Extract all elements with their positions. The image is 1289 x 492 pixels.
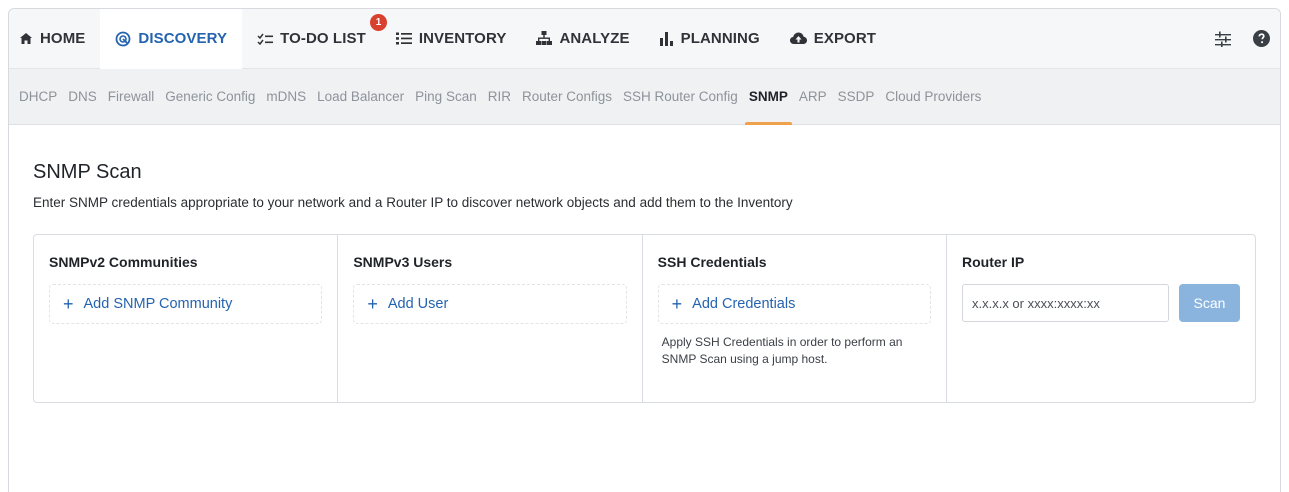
radar-icon — [115, 31, 131, 47]
router-ip-card: Router IP Scan — [947, 235, 1255, 402]
nav-home[interactable]: HOME — [9, 9, 100, 69]
nav-analyze[interactable]: ANALYZE — [521, 9, 644, 69]
subnav-firewall[interactable]: Firewall — [108, 69, 155, 125]
plus-icon: + — [671, 294, 683, 314]
subnav-generic-config[interactable]: Generic Config — [165, 69, 255, 125]
subnav-snmp[interactable]: SNMP — [744, 69, 792, 125]
nav-home-label: HOME — [40, 30, 86, 47]
subnav-load-balancer[interactable]: Load Balancer — [317, 69, 404, 125]
network-icon — [536, 31, 553, 46]
nav-right-tools — [1215, 30, 1280, 47]
nav-discovery[interactable]: DISCOVERY — [100, 9, 243, 69]
nav-inventory-label: INVENTORY — [418, 30, 507, 47]
subnav-ping-scan[interactable]: Ping Scan — [415, 69, 477, 125]
subnav-ssdp[interactable]: SSDP — [838, 69, 875, 125]
help-icon[interactable] — [1253, 30, 1270, 47]
nav-analyze-label: ANALYZE — [559, 30, 630, 47]
nav-planning[interactable]: PLANNING — [645, 9, 775, 69]
snmpv2-title: SNMPv2 Communities — [49, 254, 198, 270]
subnav-ssh-router-config[interactable]: SSH Router Config — [623, 69, 738, 125]
router-ip-input[interactable] — [961, 284, 1169, 322]
settings-sliders-icon[interactable] — [1215, 31, 1231, 47]
bar-chart-icon — [659, 31, 674, 46]
plus-icon: + — [367, 294, 378, 314]
nav-todo-label: TO-DO LIST — [280, 30, 366, 47]
add-credentials-button[interactable]: + Add Credentials — [657, 284, 931, 324]
subnav-router-configs[interactable]: Router Configs — [522, 69, 612, 125]
snmpv2-card: SNMPv2 Communities + Add SNMP Community — [34, 235, 339, 402]
ssh-help-text: Apply SSH Credentials in order to perfor… — [661, 335, 903, 366]
subnav-arp[interactable]: ARP — [799, 69, 827, 125]
add-snmp-community-button[interactable]: + Add SNMP Community — [49, 284, 323, 324]
checklist-icon — [257, 33, 274, 45]
list-icon — [395, 32, 412, 45]
nav-inventory[interactable]: INVENTORY — [381, 9, 522, 69]
add-user-button[interactable]: + Add User — [353, 284, 627, 324]
subnav-dhcp[interactable]: DHCP — [19, 69, 57, 125]
add-user-label: Add User — [387, 296, 449, 312]
add-snmp-community-label: Add SNMP Community — [83, 296, 233, 312]
snmpv3-card: SNMPv3 Users + Add User — [338, 235, 643, 402]
subnav-cloud-providers[interactable]: Cloud Providers — [885, 69, 981, 125]
scan-button[interactable]: Scan — [1178, 284, 1240, 322]
cloud-upload-icon — [789, 32, 807, 45]
main-content: SNMP Scan Enter SNMP credentials appropr… — [9, 125, 1280, 403]
credential-cards: SNMPv2 Communities + Add SNMP Community … — [33, 234, 1256, 403]
subnav-rir[interactable]: RIR — [488, 69, 511, 125]
top-nav: HOME DISCOVERY TO-DO LIST 1 INVENTORY AN… — [9, 9, 1280, 69]
plus-icon: + — [63, 294, 74, 314]
subnav-mdns[interactable]: mDNS — [266, 69, 306, 125]
app-window: HOME DISCOVERY TO-DO LIST 1 INVENTORY AN… — [8, 8, 1281, 492]
page-title: SNMP Scan — [33, 161, 142, 183]
ssh-credentials-card: SSH Credentials + Add Credentials Apply … — [643, 235, 947, 402]
nav-planning-label: PLANNING — [680, 30, 760, 47]
router-ip-title: Router IP — [961, 254, 1025, 270]
router-ip-row: Scan — [961, 284, 1240, 322]
add-credentials-label: Add Credentials — [692, 296, 796, 312]
ssh-credentials-title: SSH Credentials — [657, 254, 767, 270]
subnav-dns[interactable]: DNS — [68, 69, 97, 125]
snmpv3-title: SNMPv3 Users — [353, 254, 453, 270]
home-icon — [19, 32, 33, 45]
nav-todo[interactable]: TO-DO LIST 1 — [242, 9, 388, 69]
nav-discovery-label: DISCOVERY — [138, 30, 228, 47]
nav-export[interactable]: EXPORT — [775, 9, 891, 69]
nav-export-label: EXPORT — [813, 30, 877, 47]
page-description: Enter SNMP credentials appropriate to yo… — [33, 195, 793, 210]
sub-nav: DHCP DNS Firewall Generic Config mDNS Lo… — [9, 69, 1280, 125]
